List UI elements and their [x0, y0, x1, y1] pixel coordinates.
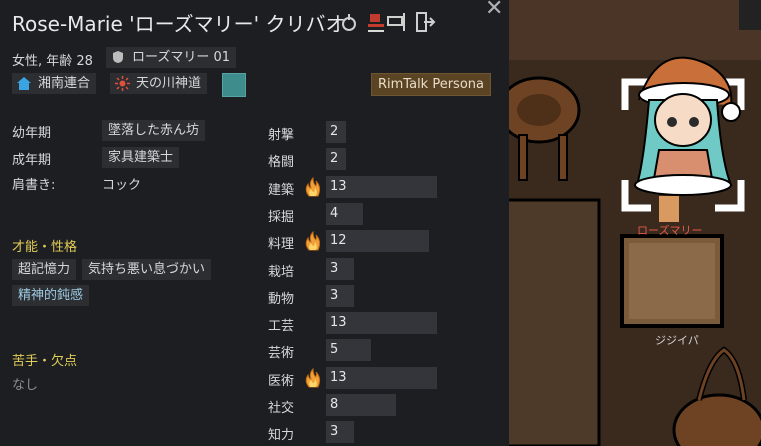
- adulthood-backstory[interactable]: 家具建築士: [102, 147, 180, 168]
- skill-name: 料理: [268, 237, 295, 252]
- trait-item[interactable]: 気持ち悪い息づかい: [82, 259, 212, 280]
- world-scene: [509, 0, 761, 446]
- skill-level: 2: [330, 124, 339, 139]
- title-tag[interactable]: ローズマリー 01: [106, 47, 237, 68]
- incapable-value: なし: [12, 378, 39, 393]
- skill-level: 3: [330, 288, 339, 303]
- ideology-icon: [115, 76, 130, 91]
- passion-flame-icon: [305, 177, 321, 197]
- childhood-backstory[interactable]: 墜落した赤ん坊: [102, 120, 206, 141]
- skill-name: 医術: [268, 374, 295, 389]
- other-pawn-label[interactable]: ジジイパ: [655, 332, 699, 348]
- skill-name: 社交: [268, 401, 295, 416]
- favorite-color-swatch[interactable]: [222, 73, 246, 97]
- title-value: コック: [102, 178, 142, 193]
- home-icon: [17, 77, 31, 90]
- skill-name: 知力: [268, 428, 295, 443]
- rename-icon[interactable]: [386, 10, 408, 34]
- skill-level: 3: [330, 261, 339, 276]
- character-panel: Rose-Marie 'ローズマリー' クリバオ ✕ 女性, 年齢 28 ローズ…: [0, 0, 509, 446]
- skill-level: 4: [330, 206, 339, 221]
- skill-level: 2: [330, 151, 339, 166]
- passion-flame-icon: [305, 231, 321, 251]
- ideology-tag[interactable]: 天の川神道: [110, 73, 208, 94]
- faction-label: 湘南連合: [38, 76, 91, 91]
- title-tag-label: ローズマリー 01: [132, 50, 231, 65]
- skill-level: 3: [330, 424, 339, 439]
- skill-name: 芸術: [268, 346, 295, 361]
- banish-icon[interactable]: [366, 10, 388, 34]
- skill-name: 採掘: [268, 210, 295, 225]
- pawn-map-label[interactable]: ローズマリー: [637, 222, 702, 238]
- shield-icon: [113, 51, 123, 63]
- title-label: 肩書き:: [12, 178, 56, 193]
- skill-name: 工芸: [268, 319, 295, 334]
- childhood-label: 幼年期: [12, 126, 52, 141]
- skill-name: 動物: [268, 292, 295, 307]
- adulthood-label: 成年期: [12, 153, 52, 168]
- exit-icon[interactable]: [414, 10, 436, 34]
- close-icon[interactable]: ✕: [485, 0, 503, 21]
- trait-item[interactable]: 精神的鈍感: [12, 285, 90, 306]
- traits-heading: 才能・性格: [12, 240, 78, 255]
- skill-level: 13: [330, 315, 347, 330]
- faction-tag[interactable]: 湘南連合: [12, 73, 97, 94]
- skill-level: 13: [330, 179, 347, 194]
- skill-name: 格闘: [268, 155, 295, 170]
- skill-level: 5: [330, 342, 339, 357]
- random-name-icon[interactable]: [338, 10, 360, 34]
- rimtalk-persona-button[interactable]: RimTalk Persona: [371, 73, 491, 96]
- world-view[interactable]: ローズマリー ジジイパ: [509, 0, 761, 446]
- skill-level: 8: [330, 397, 339, 412]
- skill-name: 栽培: [268, 265, 295, 280]
- trait-item[interactable]: 超記憶力: [12, 259, 77, 280]
- skill-level: 13: [330, 370, 347, 385]
- incapable-heading: 苦手・欠点: [12, 354, 78, 369]
- skill-name: 射撃: [268, 128, 295, 143]
- skill-level: 12: [330, 233, 347, 248]
- ideology-label: 天の川神道: [136, 76, 202, 91]
- gender-age: 女性, 年齢 28: [12, 54, 93, 69]
- passion-flame-icon: [305, 368, 321, 388]
- skill-name: 建築: [268, 183, 295, 198]
- pawn-name[interactable]: Rose-Marie 'ローズマリー' クリバオ: [12, 8, 352, 37]
